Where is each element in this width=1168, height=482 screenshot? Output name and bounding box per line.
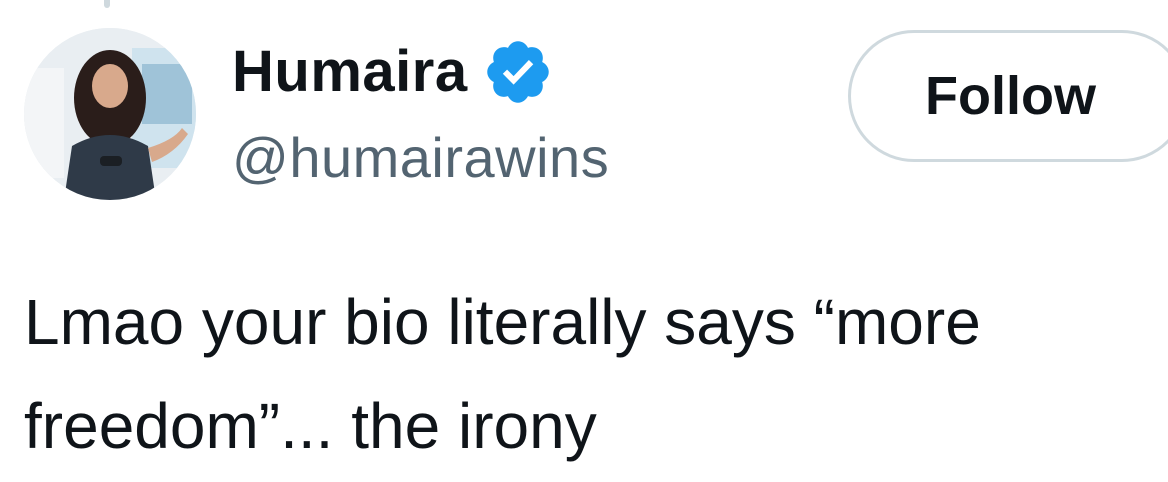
tweet-text: Lmao your bio literally says “more freed… bbox=[24, 270, 1164, 478]
avatar[interactable] bbox=[24, 28, 196, 200]
verified-badge-icon bbox=[482, 36, 554, 108]
thread-connector-line bbox=[104, 0, 110, 8]
follow-button[interactable]: Follow bbox=[848, 30, 1168, 162]
tweet-text-line: freedom”... the irony bbox=[24, 390, 597, 462]
tweet-text-line: Lmao your bio literally says “more bbox=[24, 286, 981, 358]
user-handle[interactable]: @humairawins bbox=[232, 122, 609, 194]
display-name[interactable]: Humaira bbox=[232, 36, 468, 108]
follow-button-label: Follow bbox=[925, 66, 1096, 126]
user-name-row: Humaira bbox=[232, 36, 554, 108]
profile-photo bbox=[24, 28, 196, 200]
